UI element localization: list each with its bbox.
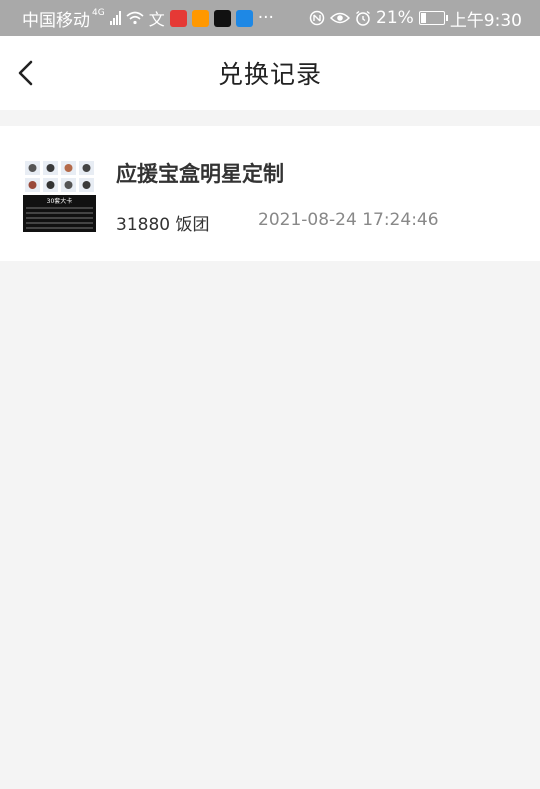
weibo-app-icon <box>191 9 209 27</box>
book-app-icon <box>169 9 187 27</box>
network-type: 4G <box>92 8 105 18</box>
status-bar: 中国移动 4G 文 ··· 21% 上午9:30 <box>0 0 540 36</box>
svg-text:30套大卡: 30套大卡 <box>47 197 73 205</box>
chevron-left-icon <box>18 60 33 86</box>
wifi-icon <box>126 11 144 25</box>
product-thumbnail: 30套大卡 <box>23 159 96 232</box>
news-app-icon <box>213 9 231 27</box>
nfc-icon <box>309 10 325 26</box>
exchange-time: 2021-08-24 17:24:46 <box>258 210 439 230</box>
carrier-label: 中国移动 <box>22 10 90 31</box>
eye-icon <box>330 12 351 24</box>
nav-header: 兑换记录 <box>0 36 540 110</box>
browser-app-icon <box>235 9 253 27</box>
exchange-record-item[interactable]: 30套大卡 应援宝盒明星定制 31880 饭团 2021-08-24 17:24… <box>0 126 540 261</box>
points-cost: 31880 饭团 <box>116 215 210 235</box>
signal-icon <box>109 11 121 25</box>
clock: 上午9:30 <box>449 10 522 31</box>
product-name: 应援宝盒明星定制 <box>116 162 284 186</box>
translate-icon: 文 <box>148 10 165 29</box>
page-title: 兑换记录 <box>217 60 322 89</box>
alarm-icon <box>356 10 370 26</box>
back-button[interactable] <box>6 51 46 95</box>
battery-percent: 21% <box>376 8 414 28</box>
battery-icon <box>418 11 448 25</box>
more-notifications-icon: ··· <box>257 8 274 28</box>
